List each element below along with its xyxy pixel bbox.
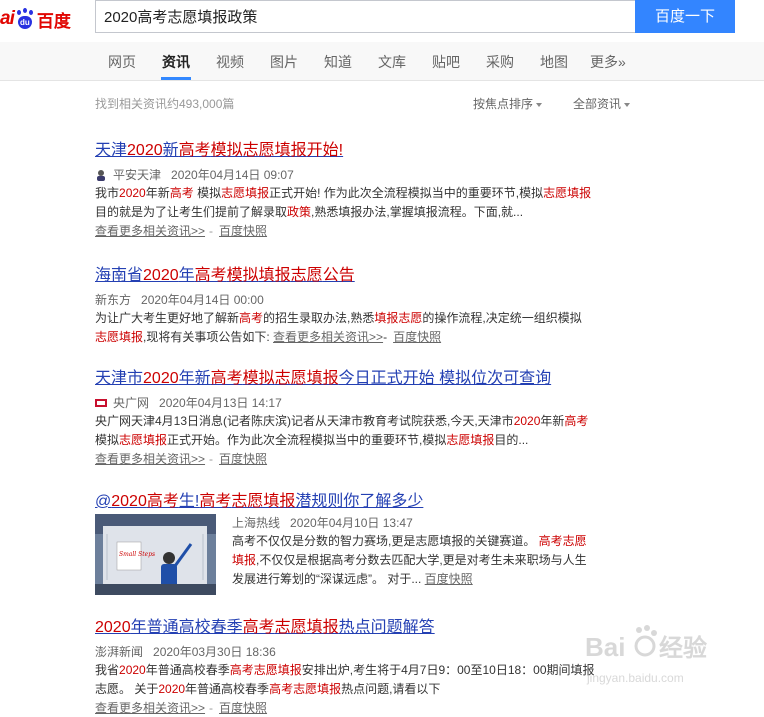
- more-news-link[interactable]: 查看更多相关资讯>>: [95, 701, 205, 715]
- result-time: 2020年04月14日 00:00: [141, 293, 264, 307]
- search-tabs: 网页 资讯 视频 图片 知道 文库 贴吧 采购 地图 更多»: [0, 42, 764, 81]
- snapshot-link[interactable]: 百度快照: [393, 330, 441, 344]
- snapshot-link[interactable]: 百度快照: [219, 224, 267, 238]
- tab-images[interactable]: 图片: [270, 52, 298, 72]
- caret-down-icon: [536, 102, 543, 107]
- cnr-logo-icon: [95, 397, 107, 409]
- thumb-caption: Small Steps: [119, 551, 155, 558]
- news-result: 天津市2020年新高考模拟志愿填报今日正式开始 模拟位次可查询 央广网 2020…: [95, 364, 640, 468]
- snapshot-link[interactable]: 百度快照: [219, 701, 267, 715]
- result-source[interactable]: 央广网: [113, 394, 149, 411]
- tab-zhidao[interactable]: 知道: [324, 52, 352, 72]
- snapshot-link[interactable]: 百度快照: [219, 452, 267, 466]
- result-abstract: 我市2020年新高考 模拟志愿填报正式开始! 作为此次全流程模拟当中的重要环节,…: [95, 186, 592, 219]
- tab-caigou[interactable]: 采购: [486, 52, 514, 72]
- caret-down-icon: [624, 102, 631, 107]
- logo-text-cn: 百度: [36, 11, 71, 31]
- result-abstract: 央广网天津4月13日消息(记者陈庆滨)记者从天津市教育考试院获悉,今天,天津市2…: [95, 414, 589, 447]
- result-meta: 新东方 2020年04月14日 00:00: [95, 291, 640, 308]
- result-time: 2020年04月13日 14:17: [159, 396, 282, 410]
- news-result-body: 上海热线 2020年04月10日 13:47 高考不仅仅是分数的智力赛场,更是志…: [232, 514, 632, 589]
- result-time: 2020年03月30日 18:36: [153, 645, 276, 659]
- result-title[interactable]: 海南省2020年高考模拟填报志愿公告: [95, 261, 640, 285]
- logo-text-ai: ai: [0, 8, 15, 29]
- result-title[interactable]: 天津2020新高考模拟志愿填报开始!: [95, 136, 640, 160]
- search-button[interactable]: 百度一下: [635, 0, 735, 33]
- result-meta: 央广网 2020年04月13日 14:17: [95, 394, 640, 411]
- news-result: 2020年普通高校春季高考志愿填报热点问题解答 澎湃新闻 2020年03月30日…: [95, 613, 640, 717]
- news-result: @2020高考生!高考志愿填报潜规则你了解多少: [95, 487, 640, 511]
- more-news-link[interactable]: 查看更多相关资讯>>: [95, 452, 205, 466]
- filter-dropdown[interactable]: 全部资讯: [573, 95, 631, 112]
- result-abstract: 我省2020年普通高校春季高考志愿填报安排出炉,考生将于4月7日9：00至10日…: [95, 663, 595, 696]
- top-bar: ai du 百度 百度一下: [0, 0, 764, 42]
- baidu-jingyan-watermark: Bai 经验 jingyan.baidu.com: [583, 620, 733, 690]
- police-avatar-icon: [95, 169, 107, 181]
- more-news-link[interactable]: 查看更多相关资讯>>: [273, 330, 383, 344]
- result-source[interactable]: 平安天津: [113, 166, 161, 183]
- snapshot-link[interactable]: 百度快照: [425, 572, 473, 586]
- active-tab-indicator: [161, 77, 191, 80]
- result-source[interactable]: 上海热线: [232, 514, 280, 531]
- result-abstract: 高考不仅仅是分数的智力赛场,更是志愿填报的关键赛道。 高考志愿 填报,不仅仅是根…: [232, 534, 587, 586]
- sort-dropdown[interactable]: 按焦点排序: [473, 95, 543, 112]
- result-time: 2020年04月10日 13:47: [290, 516, 413, 530]
- result-meta: 平安天津 2020年04月14日 09:07: [95, 166, 640, 183]
- result-count: 找到相关资讯约493,000篇: [95, 97, 235, 111]
- tab-web[interactable]: 网页: [108, 52, 136, 72]
- tab-map[interactable]: 地图: [540, 52, 568, 72]
- tab-more[interactable]: 更多»: [590, 52, 626, 72]
- result-thumbnail[interactable]: Small Steps: [95, 514, 216, 595]
- news-result: 海南省2020年高考模拟填报志愿公告 新东方 2020年04月14日 00:00…: [95, 261, 640, 347]
- result-title[interactable]: @2020高考生!高考志愿填报潜规则你了解多少: [95, 487, 640, 511]
- svg-text:jingyan.baidu.com: jingyan.baidu.com: [586, 671, 684, 685]
- tab-video[interactable]: 视频: [216, 52, 244, 72]
- baidu-logo[interactable]: ai du 百度: [0, 6, 71, 32]
- search-box[interactable]: [95, 0, 635, 33]
- result-meta: 上海热线 2020年04月10日 13:47: [232, 514, 632, 531]
- result-abstract: 为让广大考生更好地了解新高考的招生录取办法,熟悉填报志愿的操作流程,决定统一组织…: [95, 311, 582, 344]
- result-title[interactable]: 天津市2020年新高考模拟志愿填报今日正式开始 模拟位次可查询: [95, 364, 640, 388]
- tab-news[interactable]: 资讯: [162, 52, 190, 72]
- more-news-link[interactable]: 查看更多相关资讯>>: [95, 224, 205, 238]
- result-meta: 澎湃新闻 2020年03月30日 18:36: [95, 643, 640, 660]
- svg-text:Bai: Bai: [585, 632, 625, 662]
- result-source[interactable]: 新东方: [95, 291, 131, 308]
- result-time: 2020年04月14日 09:07: [171, 168, 294, 182]
- result-title[interactable]: 2020年普通高校春季高考志愿填报热点问题解答: [95, 613, 640, 637]
- svg-text:经验: 经验: [659, 634, 707, 662]
- tab-wenku[interactable]: 文库: [378, 52, 406, 72]
- tab-tieba[interactable]: 贴吧: [432, 52, 460, 72]
- result-source[interactable]: 澎湃新闻: [95, 643, 143, 660]
- paw-icon: du: [15, 8, 35, 30]
- search-input[interactable]: [96, 1, 624, 32]
- news-result: 天津2020新高考模拟志愿填报开始! 平安天津 2020年04月14日 09:0…: [95, 136, 640, 240]
